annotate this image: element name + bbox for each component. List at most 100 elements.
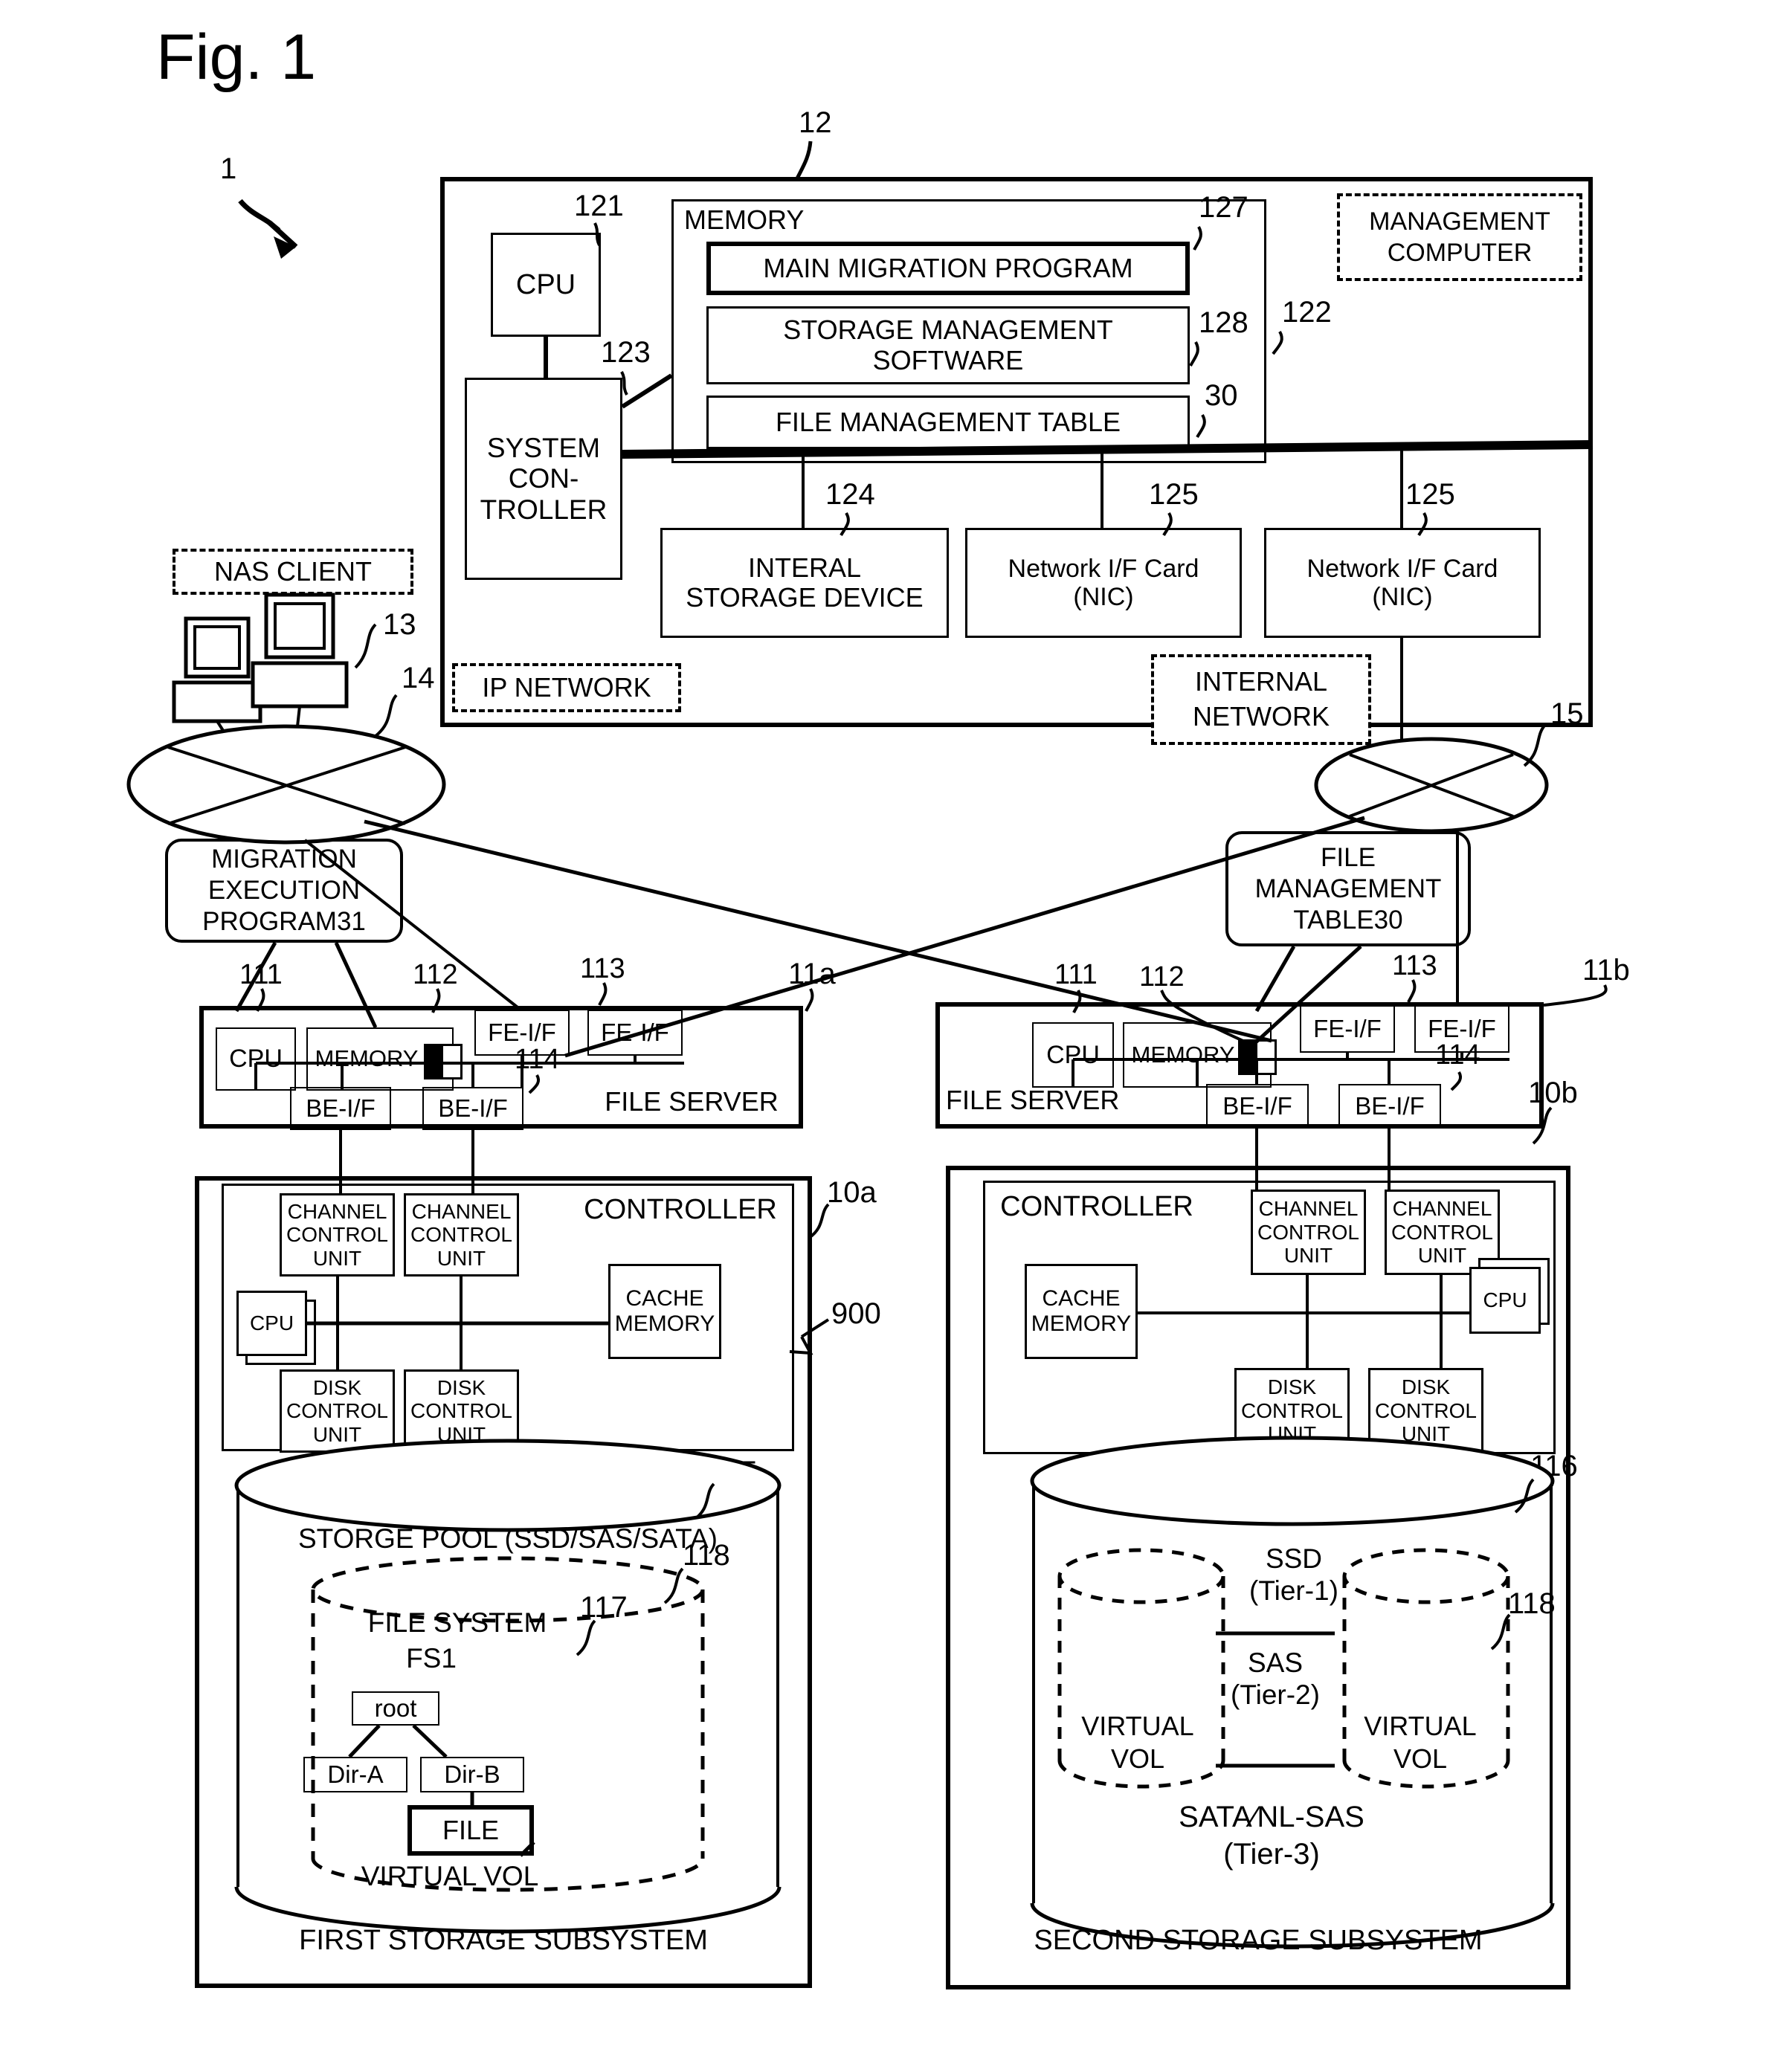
file-server-b-memory-ref: 112 [1139,961,1185,993]
internal-network-line2: NETWORK [1193,701,1330,732]
controller-a-title: CONTROLLER [584,1193,777,1225]
cache-a-line2: MEMORY [614,1311,715,1336]
storage-management-software-ref: 128 [1199,306,1248,339]
storage-management-software-line1: STORAGE MANAGEMENT [783,314,1113,346]
management-computer-title-text: MANAGEMENT COMPUTER [1369,207,1550,268]
storage-pool-a-vvol-ref: 118 [683,1539,730,1572]
file-server-b-be-if-ref: 114 [1435,1039,1480,1071]
management-computer-ref: 12 [799,106,832,139]
file-system-a-ref: 117 [580,1591,628,1624]
internal-network-ref: 15 [1550,697,1584,730]
ip-network-title-text: IP NETWORK [482,672,651,703]
tier3-label-line2: (Tier-3) [1223,1837,1320,1871]
file-server-b-title: FILE SERVER [946,1085,1120,1116]
migration-exec-line1: MIGRATION [211,845,357,874]
tier2-label-line1: SAS [1247,1647,1304,1679]
internal-storage-device-line1: INTERAL [747,552,862,583]
dcu-a2-line2: CONTROL [410,1399,512,1423]
system-controller-label: SYSTEM CON- TROLLER [465,378,622,580]
file-management-table-callout: FILE MANAGEMENT TABLE30 [1225,831,1471,946]
ccu-a2-line2: CONTROL [410,1223,512,1247]
tier2-label-line2: (Tier-2) [1231,1679,1320,1711]
dcu-b1-line2: CONTROL [1241,1398,1343,1422]
controller-a-inner-ref: 900 [831,1297,881,1330]
controller-b-title: CONTROLLER [1000,1190,1193,1222]
management-memory-label: MEMORY [684,204,805,235]
file-server-a-memory-ref: 112 [413,959,458,990]
controller-a-cache-memory-label: CACHE MEMORY [608,1264,721,1359]
ip-network-title: IP NETWORK [452,663,681,712]
internal-storage-device-label: INTERAL STORAGE DEVICE [660,528,949,638]
system-controller-line1: SYSTEM [486,432,601,463]
controller-a-ccu-label-1: CHANNEL CONTROL UNIT [280,1193,395,1277]
ccu-b1-line2: CONTROL [1257,1220,1359,1244]
dcu-a2-line1: DISK [436,1375,486,1399]
cache-b-line2: MEMORY [1031,1311,1132,1336]
storage-pool-a-ref: 115 [710,1456,758,1488]
file-management-table-ref: 30 [1205,379,1238,412]
ccu-a2-line3: UNIT [436,1246,486,1270]
tier1-label-line1: SSD [1265,1543,1323,1575]
nic-ref-1: 125 [1149,478,1199,511]
virtual-vol-b2-line1: VIRTUAL [1364,1710,1477,1741]
storage-pool-b-vvol-ref: 118 [1508,1587,1556,1620]
dcu-b1-line3: UNIT [1267,1422,1317,1446]
nic-1-line1: Network I/F Card [1008,554,1199,583]
main-migration-program-label: MAIN MIGRATION PROGRAM [763,252,1133,283]
fmt-callout-line1: FILE [1321,842,1376,872]
file-server-a-cpu-label: CPU [229,1045,283,1074]
second-storage-subsystem-label: SECOND STORAGE SUBSYSTEM [1034,1924,1483,1956]
dcu-b2-line2: CONTROL [1375,1398,1477,1422]
storage-management-software-label: STORAGE MANAGEMENT SOFTWARE [706,306,1190,384]
ccu-a1-line2: CONTROL [286,1223,388,1247]
system-ref-number: 1 [220,152,237,185]
storage-management-software-line2: SOFTWARE [872,344,1024,375]
file-server-a-fe-if-label-2: FE-I/F [601,1018,669,1046]
file-server-b-fe-if-label-1: FE-I/F [1313,1014,1382,1042]
management-cpu-label: CPU [515,268,576,300]
figure-title: Fig. 1 [156,22,317,93]
virtual-vol-b1-line2: VOL [1110,1743,1165,1774]
file-server-b-be-if-label-1: BE-I/F [1222,1091,1292,1120]
internal-network-line1: INTERNAL [1194,666,1328,697]
dcu-a1-line2: CONTROL [286,1399,388,1423]
file-server-a-cpu-ref: 111 [239,959,283,990]
management-memory-ref: 122 [1282,296,1332,329]
controller-a-ccu-label-2: CHANNEL CONTROL UNIT [404,1193,519,1277]
virtual-vol-b1-line1: VIRTUAL [1081,1710,1194,1741]
dcu-b1-line1: DISK [1267,1375,1317,1399]
internal-network-title: INTERNAL NETWORK [1151,654,1371,745]
file-server-a-be-if-label-1: BE-I/F [306,1094,376,1122]
nas-client-title: NAS CLIENT [173,549,413,595]
file-server-b-be-if-label-2: BE-I/F [1355,1091,1425,1120]
dcu-a2-line3: UNIT [436,1422,486,1446]
memory-chip-icon-b [1238,1039,1277,1075]
dcu-b2-line3: UNIT [1401,1422,1451,1446]
main-migration-program-ref: 127 [1199,191,1248,224]
file-server-b-memory-label: MEMORY [1131,1041,1235,1068]
cache-b-line1: CACHE [1042,1286,1121,1311]
migration-exec-line3: PROGRAM31 [202,907,366,936]
system-controller-line2: CON- [508,463,579,494]
controller-a-cpu-label: CPU [249,1311,294,1335]
migration-execution-program-callout: MIGRATION EXECUTION PROGRAM31 [165,839,403,943]
controller-a-ref: 10a [827,1176,877,1209]
controller-b-ccu-label-1: CHANNEL CONTROL UNIT [1251,1190,1366,1275]
controller-a-dcu-label-2: DISK CONTROL UNIT [404,1369,519,1453]
file-server-a-be-if-label-2: BE-I/F [438,1094,508,1122]
fmt-callout-line2: MANAGEMENT [1254,874,1442,903]
ccu-b1-line3: UNIT [1283,1244,1333,1268]
fs-tree-dir-a-label: Dir-A [327,1760,384,1788]
controller-a-dcu-label-1: DISK CONTROL UNIT [280,1369,395,1453]
ccu-b2-line3: UNIT [1417,1244,1467,1268]
tier3-label-line1: SATA∕NL-SAS [1179,1800,1364,1833]
file-system-a-label-line2: FS1 [406,1643,457,1674]
management-computer-title: MANAGEMENT COMPUTER [1337,193,1582,281]
system-controller-ref: 123 [601,336,651,369]
storage-pool-b-ref: 116 [1530,1450,1578,1482]
controller-b-ref: 10b [1528,1077,1578,1109]
virtual-vol-b2-line2: VOL [1393,1743,1448,1774]
controller-b-dcu-label-2: DISK CONTROL UNIT [1368,1368,1483,1453]
dcu-a1-line3: UNIT [312,1422,362,1446]
ccu-b2-line1: CHANNEL [1392,1197,1492,1221]
